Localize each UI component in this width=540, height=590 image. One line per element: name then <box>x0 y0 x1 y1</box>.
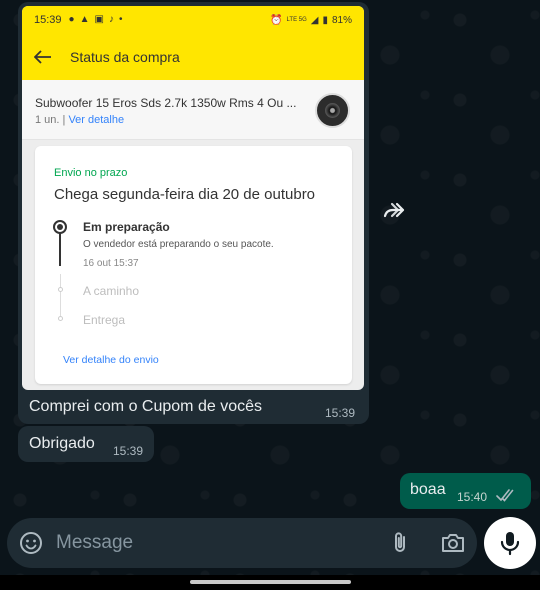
shipment-status-label: Envio no prazo <box>54 167 128 179</box>
network-label: LTE 5G <box>286 17 307 23</box>
product-name: Subwoofer 15 Eros Sds 2.7k 1350w Rms 4 O… <box>35 96 297 110</box>
timeline-pending-dot-icon <box>58 316 63 321</box>
message-time: 15:40 <box>457 490 488 504</box>
shared-screenshot[interactable]: 15:39 ● ▲ ▣ ♪ • ⏰ LTE 5G ◢ ▮ 81% Status … <box>22 6 364 390</box>
back-arrow-icon <box>34 47 54 67</box>
forward-icon <box>383 202 405 218</box>
message-text: boaa <box>410 481 446 498</box>
message-text: Obrigado <box>29 435 95 452</box>
forward-button[interactable] <box>380 195 410 225</box>
incoming-message-bubble[interactable]: Obrigado 15:39 <box>18 426 154 462</box>
screenshot-title: Status da compra <box>70 49 180 65</box>
attach-icon[interactable] <box>389 531 411 555</box>
battery-level: 81% <box>331 14 352 26</box>
screenshot-status-bar: 15:39 ● ▲ ▣ ♪ • ⏰ LTE 5G ◢ ▮ 81% <box>22 6 364 34</box>
subwoofer-image-icon <box>325 103 340 118</box>
home-gesture-handle[interactable] <box>190 580 351 584</box>
step-time: 16 out 15:37 <box>83 258 139 269</box>
timeline-pending-line <box>60 274 61 316</box>
dot-icon: • <box>118 14 123 25</box>
product-detail-link: Ver detalhe <box>68 114 125 126</box>
message-composer[interactable]: Message <box>7 518 477 568</box>
message-time: 15:39 <box>325 406 356 420</box>
microphone-icon <box>500 532 520 556</box>
outgoing-message-bubble[interactable]: boaa 15:40 <box>400 473 531 509</box>
signal-icon: ◢ <box>310 14 319 26</box>
sticker-icon[interactable] <box>19 531 43 555</box>
message-input[interactable]: Message <box>56 532 133 554</box>
product-quantity: 1 un. <box>35 114 60 126</box>
message-text: Comprei com o Cupom de vocês <box>29 398 262 415</box>
alarm-icon: ⏰ <box>270 14 283 26</box>
tiktok-icon: ♪ <box>108 14 114 25</box>
step-title-pending: Entrega <box>83 313 126 327</box>
battery-icon: ▮ <box>322 14 328 26</box>
step-title: Em preparação <box>83 220 170 234</box>
camera-icon[interactable] <box>440 531 466 555</box>
read-double-check-icon <box>496 489 514 502</box>
product-thumbnail <box>315 93 350 128</box>
app-icon: ▲ <box>79 14 90 25</box>
shipment-card: Envio no prazo Chega segunda-feira dia 2… <box>35 146 352 384</box>
voice-record-button[interactable] <box>484 517 536 569</box>
message-time: 15:39 <box>113 444 144 458</box>
shipment-detail-link: Ver detalhe do envio <box>63 354 159 366</box>
timeline-active-dot-icon <box>53 220 67 234</box>
product-row: Subwoofer 15 Eros Sds 2.7k 1350w Rms 4 O… <box>22 80 364 140</box>
step-title-pending: A caminho <box>83 284 140 298</box>
timeline-active-line <box>59 230 61 266</box>
screenshot-app-bar: Status da compra <box>22 34 364 80</box>
arrival-date: Chega segunda-feira dia 20 de outubro <box>54 186 316 203</box>
system-indicators: ⏰ LTE 5G ◢ ▮ 81% <box>270 15 352 26</box>
status-time: 15:39 <box>34 14 62 26</box>
step-description: O vendedor está preparando o seu pacote. <box>83 239 274 250</box>
notification-icons: ● ▲ ▣ ♪ • <box>69 15 123 25</box>
chat-icon: ● <box>68 14 75 25</box>
mail-icon: ▣ <box>94 14 104 25</box>
timeline-pending-dot-icon <box>58 287 63 292</box>
product-quantity-line: 1 un. | Ver detalhe <box>35 114 124 126</box>
